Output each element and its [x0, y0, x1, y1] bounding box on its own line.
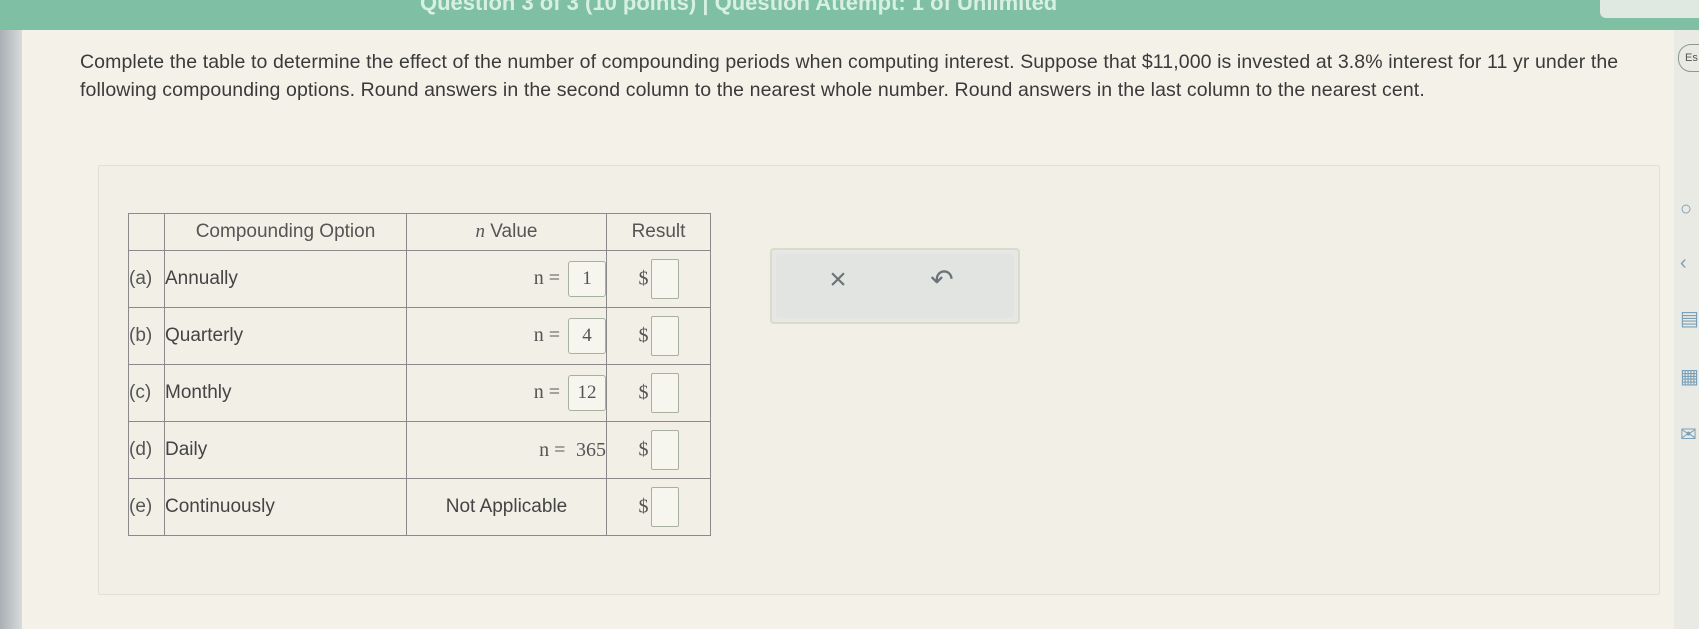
left-edge	[0, 30, 22, 629]
result-input[interactable]	[650, 430, 679, 470]
n-not-applicable: Not Applicable	[445, 496, 568, 517]
row-label: (b)	[128, 307, 165, 365]
row-result: $	[606, 364, 711, 422]
n-input[interactable]: 12	[568, 375, 606, 411]
undo-icon[interactable]: ↶	[922, 260, 962, 300]
table-row: (e) Continuously Not Applicable $	[128, 478, 711, 536]
row-label: (d)	[128, 421, 165, 479]
header-label-cell	[128, 213, 165, 251]
answer-tools: × ↶	[770, 248, 1020, 324]
row-n-value: Not Applicable	[406, 478, 607, 536]
right-toolbar: Es ○ ‹ ▤ ▦ ✉	[1674, 30, 1699, 629]
tools-inner	[776, 254, 1014, 318]
content-area: Complete the table to determine the effe…	[22, 30, 1674, 629]
mail-icon[interactable]: ✉	[1680, 424, 1699, 446]
chevron-left-icon[interactable]: ‹	[1680, 252, 1699, 274]
row-option: Quarterly	[164, 307, 407, 365]
row-option: Monthly	[164, 364, 407, 422]
table-header-row: Compounding Option n Value Result	[128, 213, 711, 251]
result-input[interactable]	[650, 487, 679, 527]
row-label: (c)	[128, 364, 165, 422]
es-button[interactable]: Es	[1678, 44, 1699, 72]
row-n-value: n = 4	[406, 307, 607, 365]
row-result: $	[606, 307, 711, 365]
calculator-icon[interactable]: ▦	[1680, 366, 1699, 388]
result-input[interactable]	[650, 373, 679, 413]
table-row: (c) Monthly n = 12 $	[128, 364, 711, 422]
top-right-button[interactable]	[1600, 0, 1699, 18]
compounding-table: Compounding Option n Value Result (a) An…	[128, 213, 711, 536]
circle-icon[interactable]: ○	[1680, 198, 1699, 220]
n-input[interactable]: 4	[568, 318, 606, 354]
header-result: Result	[606, 213, 711, 251]
row-n-value: n = 365	[406, 421, 607, 479]
row-option: Daily	[164, 421, 407, 479]
row-label: (e)	[128, 478, 165, 536]
notes-icon[interactable]: ▤	[1680, 308, 1699, 330]
clear-icon[interactable]: ×	[818, 260, 858, 300]
row-n-value: n = 12	[406, 364, 607, 422]
header-option: Compounding Option	[164, 213, 407, 251]
result-input[interactable]	[650, 316, 679, 356]
row-result: $	[606, 250, 711, 308]
n-static-value: 365	[576, 438, 606, 461]
n-input[interactable]: 1	[568, 261, 606, 297]
row-option: Annually	[164, 250, 407, 308]
attempt-text: Question 3 of 3 (10 points) | Question A…	[420, 0, 1058, 15]
row-label: (a)	[128, 250, 165, 308]
row-option: Continuously	[164, 478, 407, 536]
result-input[interactable]	[650, 259, 679, 299]
top-bar: Question 3 of 3 (10 points) | Question A…	[0, 0, 1699, 30]
row-result: $	[606, 421, 711, 479]
row-result: $	[606, 478, 711, 536]
row-n-value: n = 1	[406, 250, 607, 308]
table-row: (b) Quarterly n = 4 $	[128, 307, 711, 365]
table-row: (d) Daily n = 365 $	[128, 421, 711, 479]
header-n-value: n Value	[406, 213, 607, 251]
question-text: Complete the table to determine the effe…	[80, 51, 1619, 101]
table-row: (a) Annually n = 1 $	[128, 250, 711, 308]
